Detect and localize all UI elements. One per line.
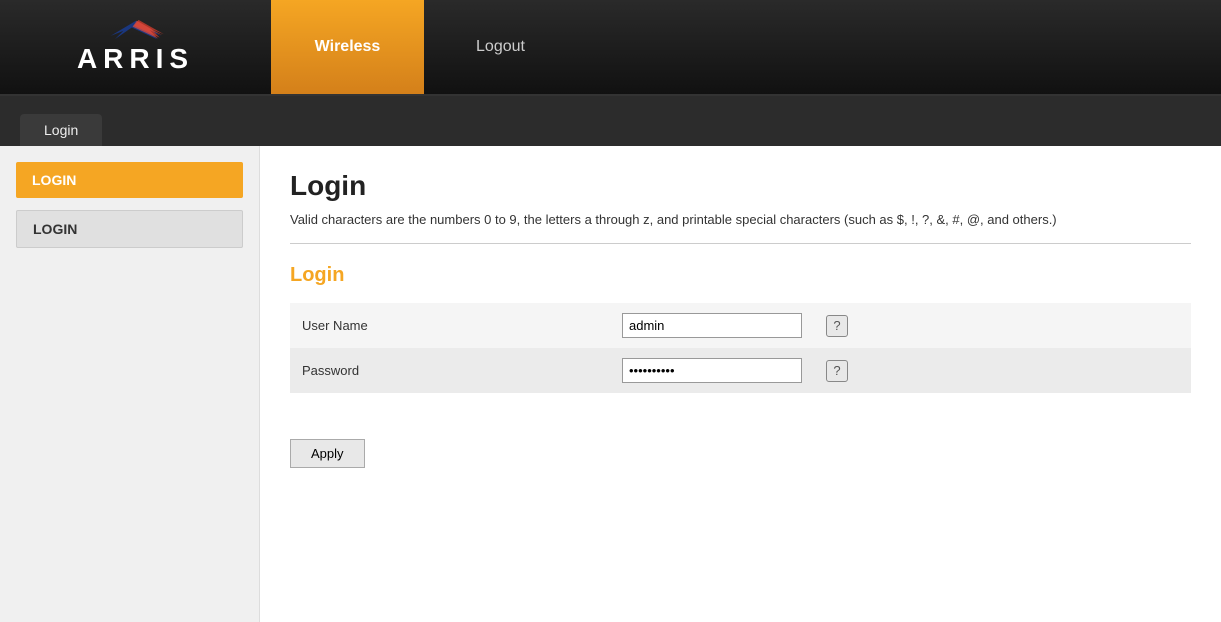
- password-input[interactable]: [622, 358, 802, 383]
- sidebar-login-inactive-button[interactable]: LOGIN: [16, 210, 243, 248]
- username-help-button[interactable]: ?: [826, 315, 848, 337]
- table-row-password: Password ?: [290, 348, 1191, 393]
- section-title: Login: [290, 264, 1191, 287]
- sub-tab-login[interactable]: Login: [20, 114, 102, 146]
- logo-text: ARRIS: [77, 43, 194, 75]
- nav-tab-logout[interactable]: Logout: [424, 0, 577, 94]
- password-help-button[interactable]: ?: [826, 360, 848, 382]
- apply-button[interactable]: Apply: [290, 439, 365, 468]
- table-row-username: User Name ?: [290, 303, 1191, 348]
- username-input[interactable]: [622, 313, 802, 338]
- logo-area: ARRIS: [0, 0, 271, 94]
- main-content: LOGIN LOGIN Login Valid characters are t…: [0, 146, 1221, 622]
- username-input-cell: [610, 303, 814, 348]
- content-area: Login Valid characters are the numbers 0…: [260, 146, 1221, 622]
- password-help-cell: ?: [814, 348, 860, 393]
- description-text: Valid characters are the numbers 0 to 9,…: [290, 212, 1191, 244]
- arris-bird-icon: [106, 19, 166, 41]
- header: ARRIS Wireless Logout: [0, 0, 1221, 96]
- username-label: User Name: [290, 303, 610, 348]
- password-label: Password: [290, 348, 610, 393]
- nav-tab-wireless[interactable]: Wireless: [271, 0, 424, 94]
- sub-header: Login: [0, 96, 1221, 146]
- password-input-cell: [610, 348, 814, 393]
- page-title: Login: [290, 170, 1191, 202]
- sidebar-login-active-button[interactable]: LOGIN: [16, 162, 243, 198]
- arris-logo: ARRIS: [77, 19, 194, 75]
- nav-tabs: Wireless Logout: [271, 0, 577, 94]
- username-help-cell: ?: [814, 303, 860, 348]
- sidebar: LOGIN LOGIN: [0, 146, 260, 622]
- login-form-table: User Name ? Password: [290, 303, 1191, 393]
